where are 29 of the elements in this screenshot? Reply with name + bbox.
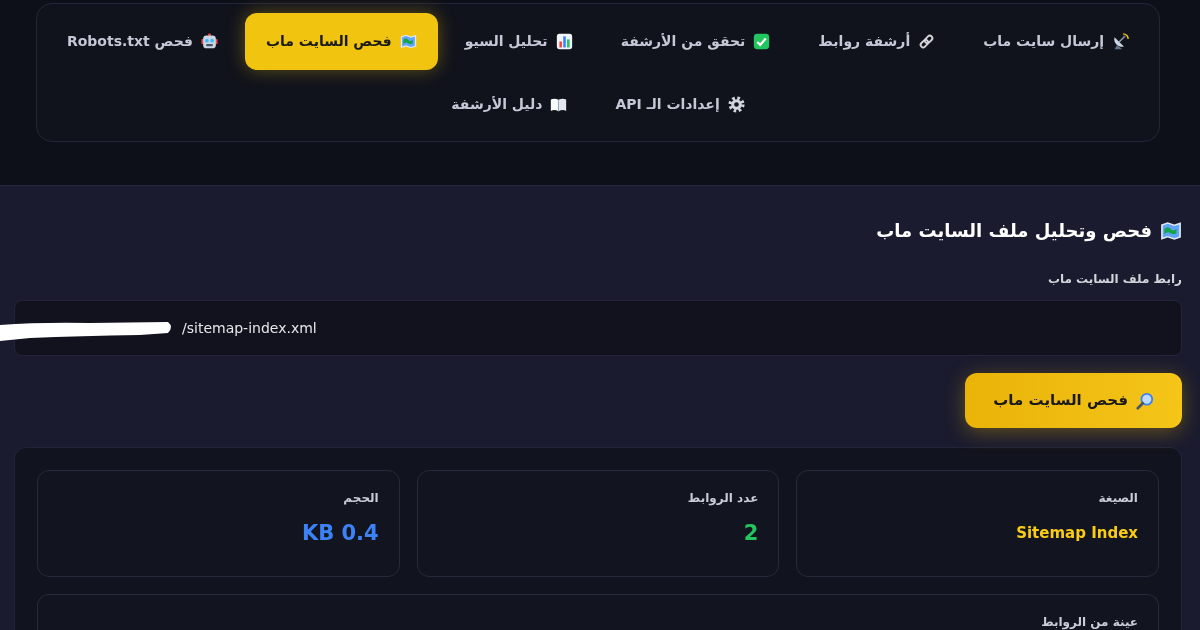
bar-chart-icon — [555, 33, 573, 50]
url-input[interactable]: /sitemap-index.xml — [14, 300, 1182, 356]
link-icon — [918, 33, 936, 50]
stat-value: 2 — [743, 520, 759, 547]
satellite-dish-icon — [1112, 33, 1130, 50]
tab[interactable]: تحليل السيو — [443, 13, 594, 70]
check-sitemap-button[interactable]: فحص السايت ماب — [965, 373, 1182, 428]
open-book-icon — [550, 96, 568, 113]
tab[interactable]: إعدادات الـ API — [594, 76, 766, 133]
map-icon — [399, 33, 417, 50]
check-box-icon — [753, 33, 771, 50]
gear-icon — [727, 96, 745, 113]
tab[interactable]: إرسال سايت ماب — [962, 13, 1151, 70]
section-title: فحص وتحليل ملف السايت ماب — [876, 219, 1152, 244]
tab[interactable]: أرشفة روابط — [797, 13, 957, 70]
url-label: رابط ملف السايت ماب — [1047, 271, 1182, 288]
tab[interactable]: تحقق من الأرشفة — [599, 13, 792, 70]
stat-value: KB 0.4 — [301, 520, 379, 547]
sample-links-label: عينة من الروابط — [1041, 614, 1138, 630]
stat-label: عدد الروابط — [687, 490, 759, 506]
tab[interactable]: دليل الأرشفة — [430, 76, 589, 133]
stat-label: الحجم — [343, 490, 379, 506]
tab[interactable]: فحص السايت ماب — [244, 13, 438, 70]
search-icon — [1136, 391, 1154, 410]
stat-value: Sitemap Index — [1016, 523, 1138, 544]
stat-label: الصيغة — [1098, 490, 1138, 506]
tab[interactable]: فحص Robots.txt — [45, 13, 239, 70]
map-icon — [1160, 220, 1182, 242]
robot-icon — [200, 33, 218, 50]
